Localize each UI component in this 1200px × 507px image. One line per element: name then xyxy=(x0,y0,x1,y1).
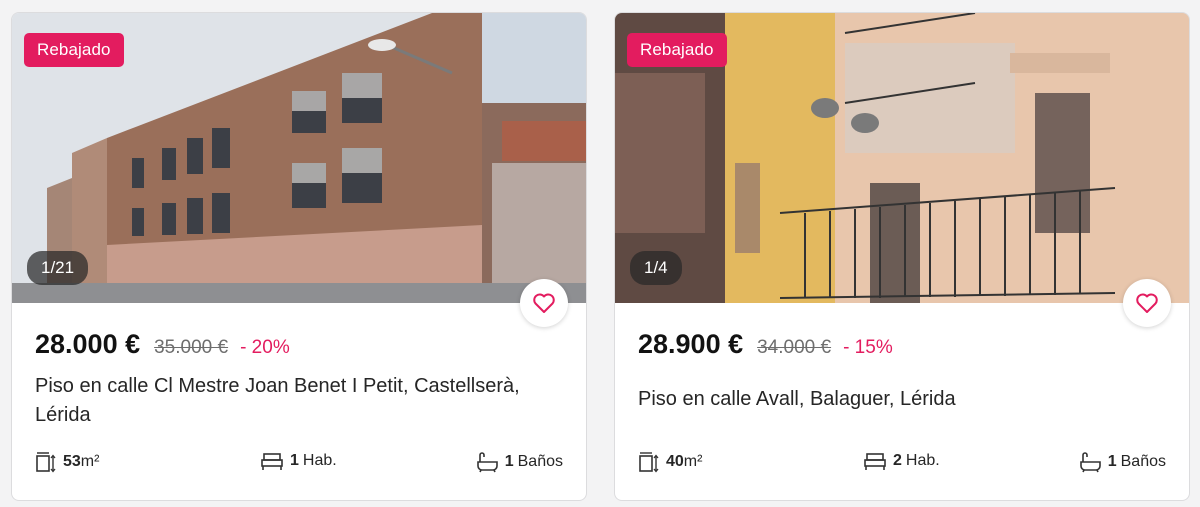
area-value: 53 xyxy=(63,453,81,470)
discount-badge: Rebajado xyxy=(24,33,124,67)
listing-title[interactable]: Piso en calle Cl Mestre Joan Benet I Pet… xyxy=(35,372,555,430)
area-value: 40 xyxy=(666,453,684,470)
heart-icon xyxy=(1136,293,1158,313)
rooms-label: Hab. xyxy=(905,452,940,469)
listing-features: 53 m² 1 Hab. 1 Baños xyxy=(35,451,563,475)
rooms-label: Hab. xyxy=(302,452,337,469)
bed-icon xyxy=(864,453,886,470)
feature-baths: 1 Baños xyxy=(475,451,563,473)
listing-photo[interactable]: Rebajado 1/4 xyxy=(615,13,1189,303)
price-row: 28.000 € 35.000 € - 20% xyxy=(35,329,290,360)
area-unit: m² xyxy=(683,453,703,470)
favorite-button[interactable] xyxy=(520,279,568,327)
price: 28.000 € xyxy=(35,329,141,359)
feature-baths: 1 Baños xyxy=(1078,451,1166,473)
photo-counter: 1/4 xyxy=(630,251,682,285)
discount-percent: - 15% xyxy=(843,337,893,358)
feature-rooms: 2 Hab. xyxy=(863,451,940,471)
discount-percent: - 20% xyxy=(240,337,290,358)
price: 28.900 € xyxy=(638,329,744,359)
baths-value: 1 xyxy=(504,453,514,470)
bathtub-icon xyxy=(476,452,498,473)
rooms-value: 1 xyxy=(290,452,299,469)
listing-title[interactable]: Piso en calle Avall, Balaguer, Lérida xyxy=(638,385,1158,414)
old-price: 35.000 € xyxy=(154,337,229,358)
feature-area: 40 m² xyxy=(638,451,702,473)
area-unit: m² xyxy=(80,453,100,470)
bathtub-icon xyxy=(1079,452,1101,473)
photo-counter: 1/21 xyxy=(27,251,89,285)
listing-photo[interactable]: Rebajado 1/21 xyxy=(12,13,586,303)
favorite-button[interactable] xyxy=(1123,279,1171,327)
old-price: 34.000 € xyxy=(757,337,832,358)
discount-badge: Rebajado xyxy=(627,33,727,67)
baths-label: Baños xyxy=(517,453,563,470)
rooms-value: 2 xyxy=(893,452,902,469)
baths-label: Baños xyxy=(1120,453,1166,470)
area-measure-icon xyxy=(639,452,659,473)
feature-area: 53 m² xyxy=(35,451,99,473)
heart-icon xyxy=(533,293,555,313)
listing-features: 40 m² 2 Hab. 1 Baños xyxy=(638,451,1166,475)
listing-card[interactable]: Rebajado 1/21 28.000 € 35.000 € - 20% Pi… xyxy=(11,12,587,501)
listing-card[interactable]: Rebajado 1/4 28.900 € 34.000 € - 15% Pis… xyxy=(614,12,1190,501)
bed-icon xyxy=(261,453,283,470)
baths-value: 1 xyxy=(1107,453,1117,470)
area-measure-icon xyxy=(36,452,56,473)
price-row: 28.900 € 34.000 € - 15% xyxy=(638,329,893,360)
feature-rooms: 1 Hab. xyxy=(260,451,337,471)
